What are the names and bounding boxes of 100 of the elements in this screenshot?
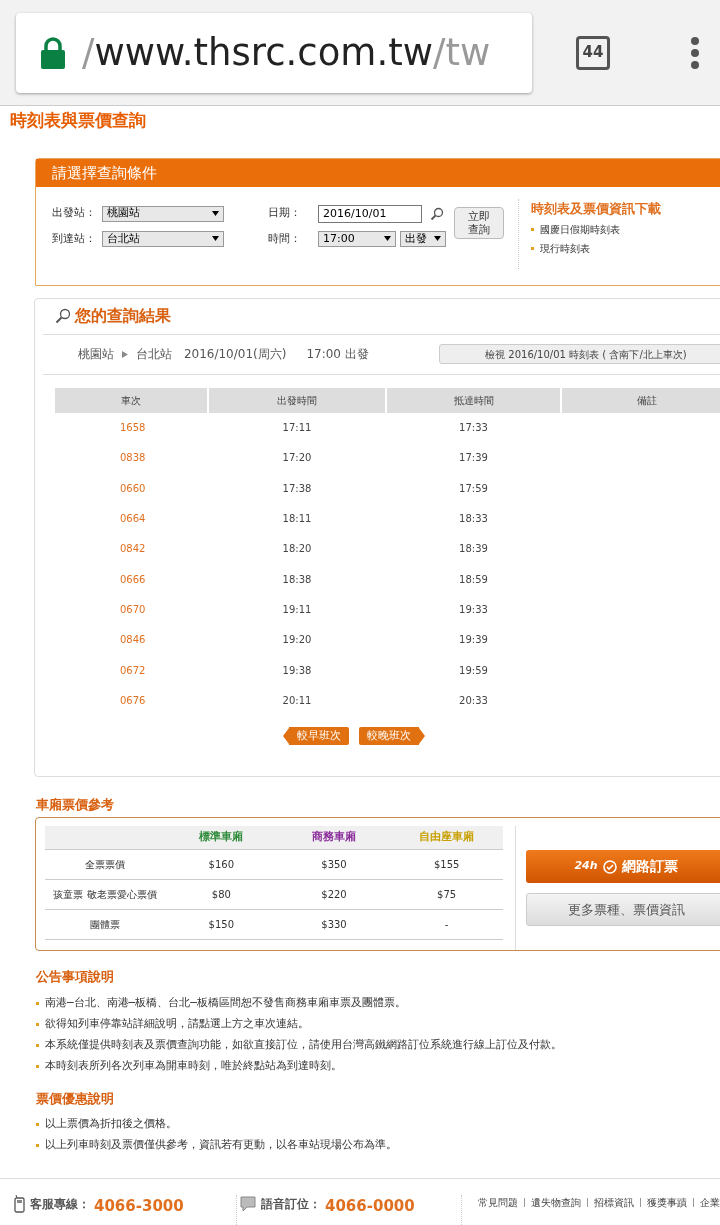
bullet-icon <box>36 1022 39 1026</box>
arrow-icon <box>122 350 128 358</box>
note-text: 本系統僅提供時刻表及票價查詢功能，如欲直接訂位，請使用台灣高鐵網路訂位系統進行線上訂位及付款。 <box>45 1036 562 1053</box>
footer-link[interactable]: 常見問題 <box>478 1195 518 1210</box>
phone-icon <box>14 1195 26 1213</box>
caret-icon <box>384 235 391 243</box>
arrival-time: 17:59 <box>458 481 489 496</box>
fare-price: $75 <box>436 888 458 902</box>
fare-price: $160 <box>207 858 236 872</box>
column-header: 車次 <box>55 387 207 413</box>
fare-price: - <box>443 918 450 932</box>
speech-bubble-icon <box>239 1195 257 1213</box>
contact-number: 4066-3000 <box>94 1196 184 1217</box>
bullet-icon <box>531 247 534 250</box>
contact-label: 語音訂位： <box>261 1196 321 1213</box>
arrival-time: 18:39 <box>458 542 489 557</box>
destination-station: 台北站 <box>135 346 172 363</box>
arrival-time: 17:33 <box>458 421 489 436</box>
departure-time: 19:11 <box>281 602 313 617</box>
fare-price: $220 <box>320 888 348 902</box>
bullet-icon <box>531 228 534 231</box>
contact-number: 4066-0000 <box>325 1196 415 1217</box>
note-text: 南港─台北、南港─板橋、台北─板橋區間恕不發售商務車廂車票及團體票。 <box>45 994 406 1011</box>
station-select[interactable]: 桃園站 <box>102 205 224 222</box>
fare-price: $80 <box>210 888 232 902</box>
date-field[interactable]: 2016/10/01 <box>318 204 422 223</box>
note-text: 以上列車時刻及票價僅供參考，資訊若有更動，以各車站現場公布為準。 <box>45 1137 397 1154</box>
station-select[interactable]: 台北站 <box>102 230 224 247</box>
url-text: /www.thsrc.com.tw/tw <box>82 29 491 76</box>
page-title: 時刻表與票價查詢 <box>10 109 147 132</box>
bullet-icon <box>36 1144 39 1147</box>
column-header: 備註 <box>562 387 720 413</box>
departure-time: 17:20 <box>281 451 313 466</box>
departure-time: 18:11 <box>281 512 313 527</box>
search-icon[interactable] <box>430 206 444 221</box>
note-text: 本時刻表所列各次列車為開車時刻，唯於終點站為到達時刻。 <box>45 1057 342 1074</box>
footer-link[interactable]: 獲獎事蹟 <box>647 1195 687 1210</box>
class-header: 商務車廂 <box>312 829 356 846</box>
bullet-icon <box>36 1001 39 1005</box>
fares-title: 車廂票價參考 <box>36 795 115 814</box>
fare-type: 全票票價 <box>84 858 126 872</box>
query-time: 17:00 出發 <box>306 346 369 363</box>
footer-link[interactable]: 招標資訊 <box>594 1195 634 1210</box>
fare-price: $330 <box>320 918 348 932</box>
contact-label: 客服專線： <box>30 1196 90 1213</box>
download-link[interactable]: 現行時刻表 <box>540 241 590 256</box>
arrival-time: 18:59 <box>458 572 489 587</box>
notes-title: 票價優惠說明 <box>36 1089 115 1108</box>
fare-type: 孩童票 敬老票愛心票價 <box>52 888 158 902</box>
column-header: 出發時間 <box>209 387 385 413</box>
column-header: 抵達時間 <box>387 387 560 413</box>
field-label: 日期： <box>268 205 302 222</box>
departure-time: 17:38 <box>281 481 313 496</box>
results-title: 您的查詢結果 <box>75 305 171 327</box>
field-label: 出發站： <box>52 205 97 222</box>
address-bar[interactable]: /www.thsrc.com.tw/tw <box>16 12 532 93</box>
panel-header: 請選擇查詢條件 <box>36 158 720 187</box>
fare-price: $155 <box>432 858 461 872</box>
caret-icon <box>434 235 441 243</box>
departure-time: 20:11 <box>281 693 313 708</box>
view-timetable-button[interactable]: 檢視 2016/10/01 時刻表 ( 含南下/北上車次) <box>438 344 720 364</box>
search-submit-button[interactable]: 立即查詢 <box>454 206 504 239</box>
departure-time: 17:11 <box>281 421 313 436</box>
departure-time: 19:38 <box>281 663 313 678</box>
footer-link[interactable]: 企業 <box>700 1195 720 1210</box>
note-text: 以上票價為折扣後之價格。 <box>45 1116 177 1133</box>
notes-title: 公告事項說明 <box>36 968 115 986</box>
note-text: 欲得知列車停靠站詳細說明，請點選上方之車次連結。 <box>45 1015 309 1032</box>
bullet-icon <box>36 1064 39 1068</box>
arrival-time: 17:39 <box>458 451 489 466</box>
departure-time: 18:20 <box>281 542 313 557</box>
fare-type: 團體票 <box>89 918 121 932</box>
query-date: 2016/10/01(周六) <box>183 346 287 363</box>
arrival-time: 19:33 <box>458 602 489 617</box>
caret-icon <box>212 235 219 243</box>
menu-icon[interactable] <box>690 35 700 70</box>
mode-select[interactable]: 出發 <box>400 230 446 247</box>
caret-icon <box>212 210 219 217</box>
downloads-title: 時刻表及票價資訊下載 <box>531 199 661 218</box>
footer-link[interactable]: 遺失物查詢 <box>531 1195 581 1210</box>
arrival-time: 19:39 <box>458 633 489 648</box>
download-link[interactable]: 國慶日假期時刻表 <box>540 222 620 237</box>
fare-price: $150 <box>207 918 236 932</box>
bullet-icon <box>36 1123 39 1126</box>
arrival-time: 18:33 <box>458 512 489 527</box>
field-label: 時間： <box>268 230 302 247</box>
more-fares-button[interactable]: 更多票種、票價資訊 <box>526 893 720 926</box>
tab-count-button[interactable]: 44 <box>576 35 610 70</box>
fare-price: $350 <box>320 858 348 872</box>
search-icon <box>55 308 71 324</box>
origin-station: 桃園站 <box>78 346 114 363</box>
field-label: 到達站： <box>52 230 97 247</box>
bullet-icon <box>36 1043 39 1047</box>
lock-icon <box>40 36 66 69</box>
class-header: 標準車廂 <box>199 829 244 846</box>
class-header: 自由座車廂 <box>419 829 475 846</box>
departure-time: 19:20 <box>281 633 313 648</box>
departure-time: 18:38 <box>281 572 313 587</box>
arrival-time: 19:59 <box>458 663 489 678</box>
time-select[interactable]: 17:00 <box>318 230 396 247</box>
